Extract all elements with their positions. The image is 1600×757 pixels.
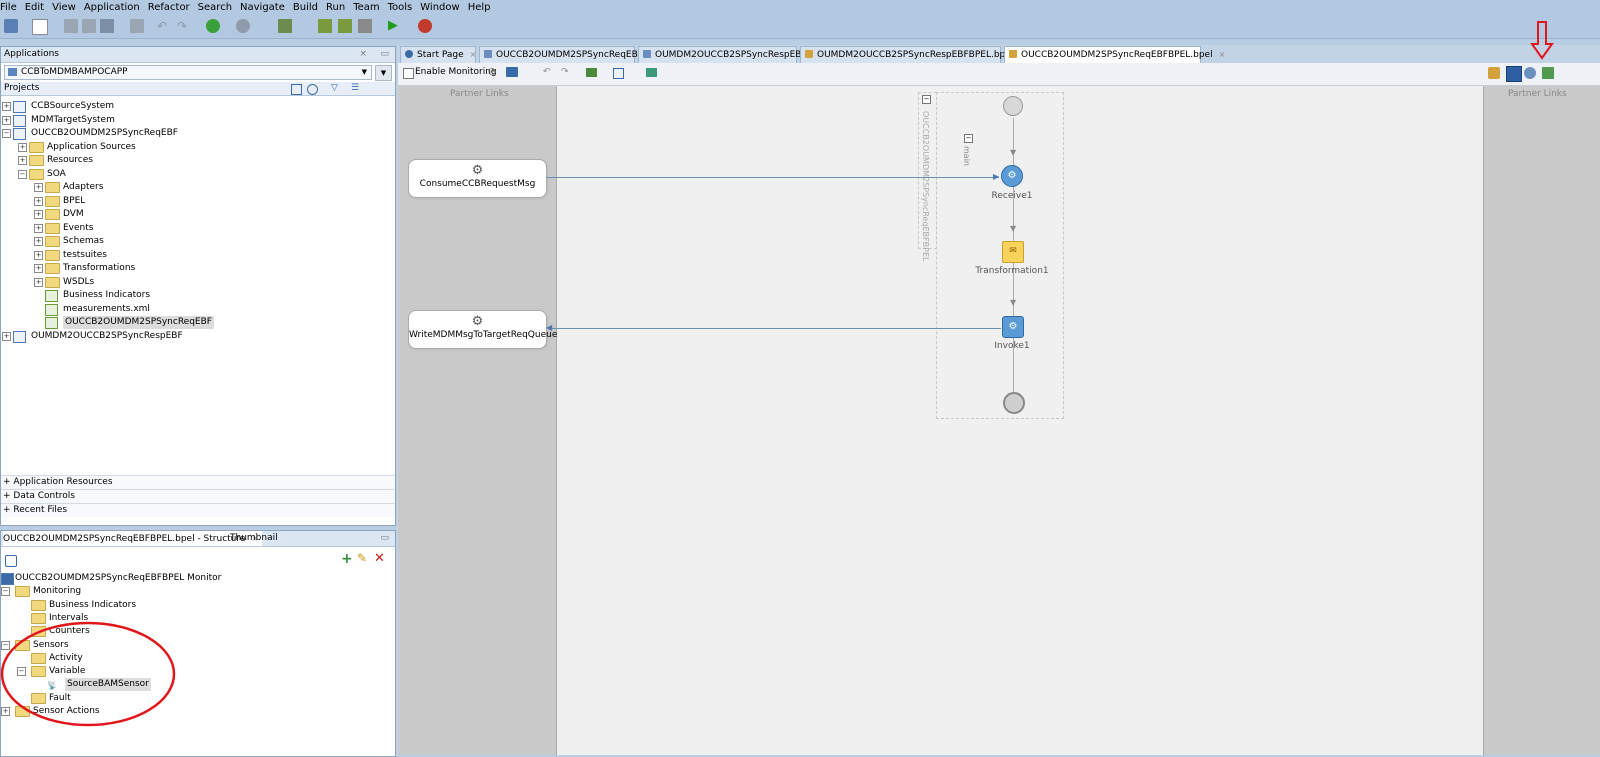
annotation-circle <box>0 621 176 727</box>
annotation-arrow <box>1530 21 1554 60</box>
annotation-overlay <box>0 21 1554 727</box>
